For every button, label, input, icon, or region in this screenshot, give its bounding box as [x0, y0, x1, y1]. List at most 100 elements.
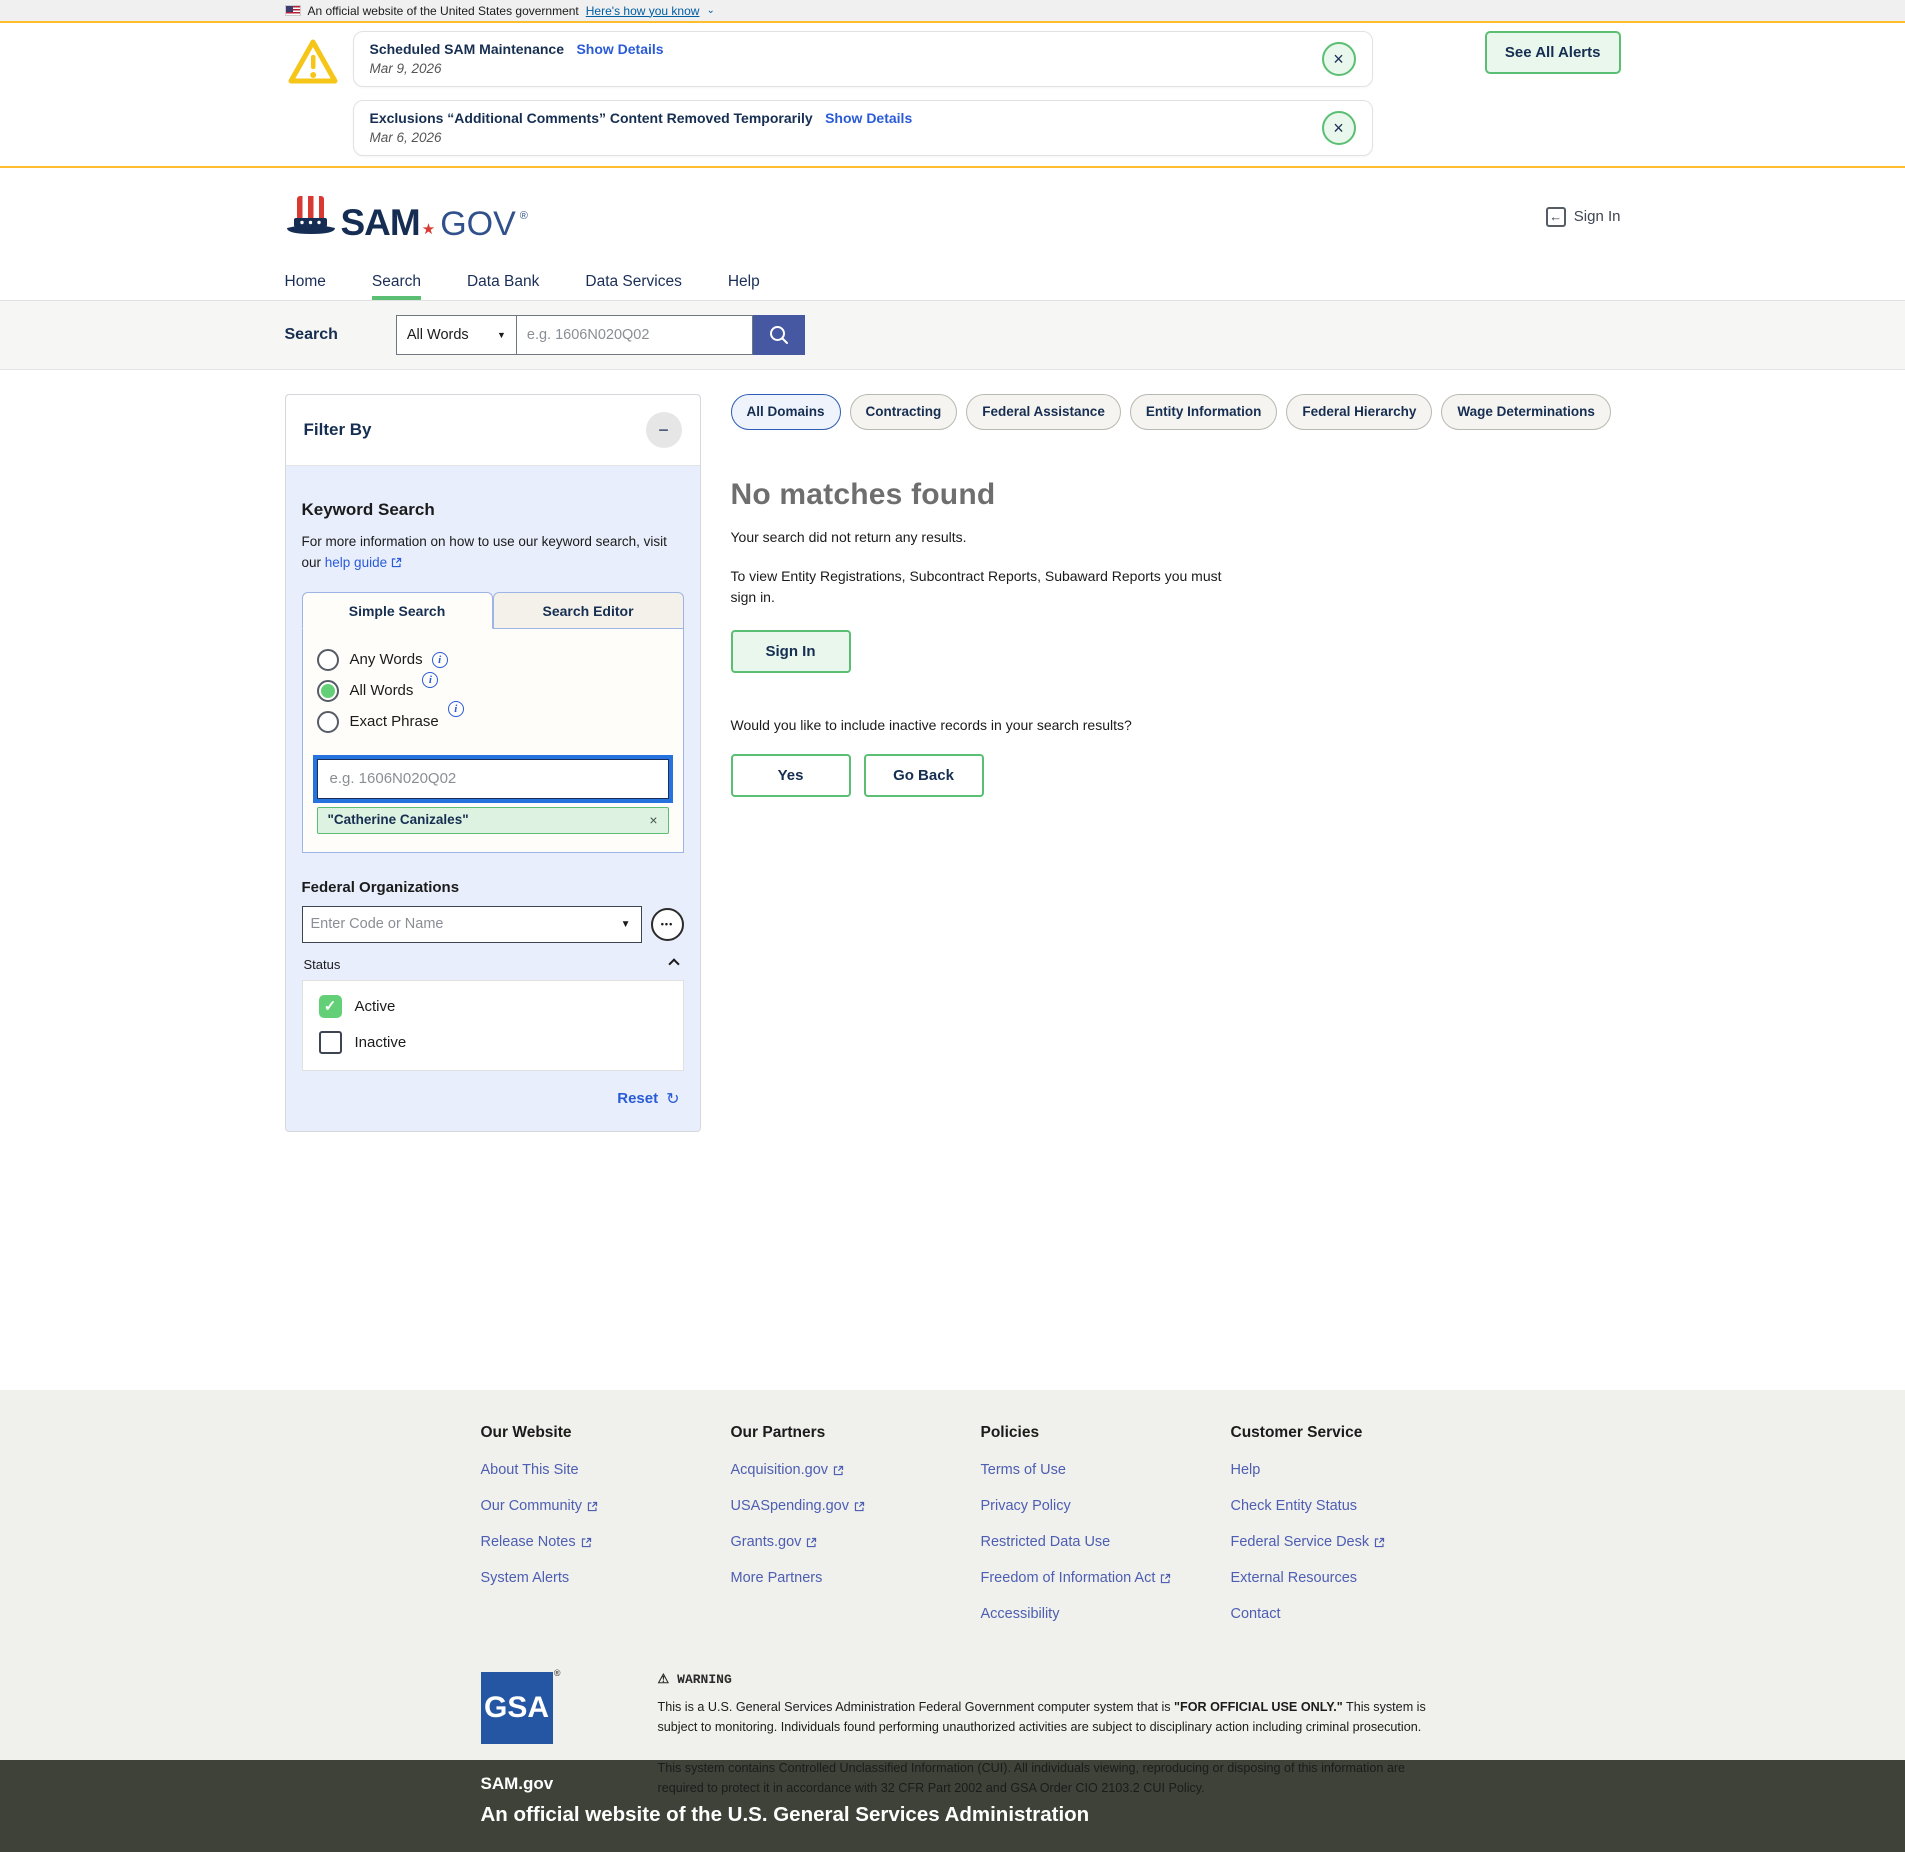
- no-matches-title: No matches found: [731, 478, 1621, 512]
- chevron-down-icon[interactable]: ⌄: [706, 5, 714, 16]
- footer-link-system-alerts[interactable]: System Alerts: [481, 1570, 731, 1586]
- footer-link-our-community[interactable]: Our Community: [481, 1498, 731, 1514]
- footer-link-help[interactable]: Help: [1231, 1462, 1481, 1478]
- nav-item-data-services[interactable]: Data Services: [585, 265, 681, 300]
- see-all-alerts-button[interactable]: See All Alerts: [1485, 31, 1621, 74]
- nav-item-help[interactable]: Help: [728, 265, 760, 300]
- reset-icon[interactable]: ↻: [666, 1089, 679, 1109]
- footer-link-grants-gov[interactable]: Grants.gov: [731, 1534, 981, 1550]
- sign-in-button[interactable]: Sign In: [731, 630, 851, 673]
- gsa-registered-mark: ®: [554, 1668, 561, 1678]
- show-details-link[interactable]: Show Details: [825, 110, 912, 126]
- minus-icon: −: [658, 420, 669, 441]
- yes-button[interactable]: Yes: [731, 754, 851, 797]
- tab-simple-search[interactable]: Simple Search: [302, 592, 493, 629]
- radio-all-words-label: All Words: [350, 682, 414, 699]
- domain-tab-federal-hierarchy[interactable]: Federal Hierarchy: [1286, 394, 1432, 430]
- domain-tab-entity-information[interactable]: Entity Information: [1130, 394, 1278, 430]
- footer-link-usaspending-gov[interactable]: USASpending.gov: [731, 1498, 981, 1514]
- footer-link-external-resources[interactable]: External Resources: [1231, 1570, 1481, 1586]
- footer-link-federal-service-desk[interactable]: Federal Service Desk: [1231, 1534, 1481, 1550]
- external-link-icon: [1160, 1573, 1171, 1584]
- federal-orgs-heading: Federal Organizations: [302, 879, 684, 896]
- footer-link-privacy-policy[interactable]: Privacy Policy: [981, 1498, 1231, 1514]
- nav-item-search[interactable]: Search: [372, 265, 421, 300]
- domain-tab-wage-determinations[interactable]: Wage Determinations: [1441, 394, 1611, 430]
- sam-gov-logo[interactable]: SAM ★ GOV ®: [285, 194, 528, 240]
- help-guide-link[interactable]: help guide: [325, 555, 387, 570]
- footer-column-our-partners: Our Partners Acquisition.gov USASpending…: [731, 1424, 981, 1642]
- search-band: Search All Words ▼: [0, 301, 1905, 370]
- logo-registered-mark: ®: [520, 210, 528, 222]
- footer-link-foia[interactable]: Freedom of Information Act: [981, 1570, 1231, 1586]
- collapse-filters-button[interactable]: −: [646, 412, 682, 448]
- search-submit-button[interactable]: [753, 315, 805, 355]
- radio-exact-phrase[interactable]: [317, 711, 339, 733]
- alerts-section: Scheduled SAM Maintenance Show Details M…: [0, 23, 1905, 168]
- close-alert-button[interactable]: ×: [1322, 42, 1356, 76]
- info-icon[interactable]: i: [432, 652, 448, 668]
- federal-orgs-input[interactable]: [303, 916, 611, 932]
- logo-gov-text: GOV: [440, 209, 516, 240]
- warning-paragraph-1: This is a U.S. General Services Administ…: [658, 1698, 1453, 1737]
- footer-link-check-entity-status[interactable]: Check Entity Status: [1231, 1498, 1481, 1514]
- search-input[interactable]: [516, 315, 753, 355]
- footer-link-contact[interactable]: Contact: [1231, 1606, 1481, 1622]
- page-footer: Our Website About This Site Our Communit…: [0, 1390, 1905, 1760]
- footer-link-terms-of-use[interactable]: Terms of Use: [981, 1462, 1231, 1478]
- warning-triangle-icon: [287, 37, 339, 87]
- radio-exact-phrase-label: Exact Phrase: [350, 713, 439, 730]
- domain-tab-contracting[interactable]: Contracting: [850, 394, 958, 430]
- remove-chip-icon[interactable]: ×: [649, 812, 657, 828]
- tab-search-editor[interactable]: Search Editor: [493, 592, 684, 629]
- keyword-chip-label: "Catherine Canizales": [328, 812, 469, 827]
- footer-link-acquisition-gov[interactable]: Acquisition.gov: [731, 1462, 981, 1478]
- footer-heading: Our Partners: [731, 1424, 981, 1442]
- checkbox-active[interactable]: ✓: [319, 995, 342, 1018]
- alert-card: Scheduled SAM Maintenance Show Details M…: [353, 31, 1373, 87]
- radio-any-words[interactable]: [317, 649, 339, 671]
- more-options-button[interactable]: •••: [651, 908, 684, 941]
- how-you-know-link[interactable]: Here's how you know: [586, 4, 700, 18]
- search-mode-select[interactable]: All Words ▼: [396, 315, 516, 355]
- footer-heading: Policies: [981, 1424, 1231, 1442]
- radio-all-words[interactable]: [317, 680, 339, 702]
- federal-orgs-combobox: ▼: [302, 906, 642, 943]
- footer-column-policies: Policies Terms of Use Privacy Policy Res…: [981, 1424, 1231, 1642]
- chevron-up-icon[interactable]: [668, 959, 679, 970]
- combobox-caret-icon[interactable]: ▼: [611, 919, 641, 930]
- info-icon[interactable]: i: [448, 701, 464, 717]
- checkbox-inactive[interactable]: [319, 1031, 342, 1054]
- alert-card: Exclusions “Additional Comments” Content…: [353, 100, 1373, 156]
- header-sign-in[interactable]: ← Sign In: [1546, 207, 1621, 227]
- gov-banner: An official website of the United States…: [0, 0, 1905, 23]
- footer-link-more-partners[interactable]: More Partners: [731, 1570, 981, 1586]
- radio-any-words-label: Any Words: [350, 651, 423, 668]
- sign-in-label: Sign In: [1574, 208, 1621, 225]
- footer-heading: Our Website: [481, 1424, 731, 1442]
- uncle-sam-hat-icon: [285, 194, 337, 240]
- alert-title: Exclusions “Additional Comments” Content…: [370, 110, 813, 126]
- domain-tab-federal-assistance[interactable]: Federal Assistance: [966, 394, 1121, 430]
- warning-heading: WARNING: [677, 1672, 732, 1687]
- close-alert-button[interactable]: ×: [1322, 111, 1356, 145]
- go-back-button[interactable]: Go Back: [864, 754, 984, 797]
- nav-item-home[interactable]: Home: [285, 265, 326, 300]
- keyword-input[interactable]: [317, 759, 669, 799]
- ellipsis-icon: •••: [661, 919, 673, 929]
- nav-item-data-bank[interactable]: Data Bank: [467, 265, 539, 300]
- info-icon[interactable]: i: [422, 672, 438, 688]
- external-link-icon: [581, 1537, 592, 1548]
- reset-filters-link[interactable]: Reset: [617, 1090, 658, 1107]
- footer-link-release-notes[interactable]: Release Notes: [481, 1534, 731, 1550]
- search-band-label: Search: [285, 326, 338, 344]
- footer-link-accessibility[interactable]: Accessibility: [981, 1606, 1231, 1622]
- sign-in-icon: ←: [1546, 207, 1566, 227]
- footer-link-about-this-site[interactable]: About This Site: [481, 1462, 731, 1478]
- no-results-text: Your search did not return any results.: [731, 527, 1231, 548]
- identity-tagline: An official website of the U.S. General …: [481, 1803, 1453, 1827]
- domain-tab-all-domains[interactable]: All Domains: [731, 394, 841, 430]
- footer-link-restricted-data-use[interactable]: Restricted Data Use: [981, 1534, 1231, 1550]
- show-details-link[interactable]: Show Details: [576, 41, 663, 57]
- warning-icon: ⚠: [658, 1672, 670, 1687]
